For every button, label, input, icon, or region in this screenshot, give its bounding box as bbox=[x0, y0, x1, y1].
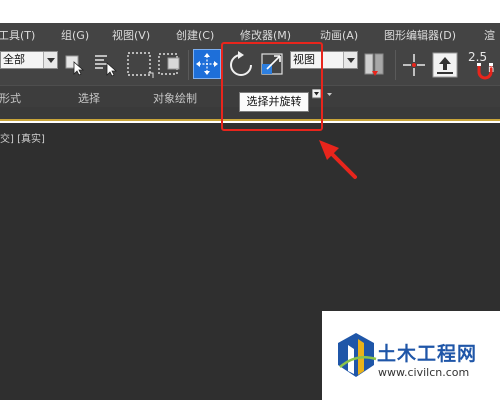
list-cursor-icon[interactable] bbox=[93, 52, 117, 78]
menu-views[interactable]: 视图(V) bbox=[112, 27, 150, 43]
selection-filter-value: 全部 bbox=[3, 53, 25, 66]
chevron-down-icon bbox=[43, 52, 57, 68]
annotation-arrow-icon bbox=[319, 140, 357, 179]
toolbar-separator bbox=[395, 50, 396, 80]
watermark-title: 土木工程网 bbox=[377, 343, 478, 365]
ribbon-tab-selection[interactable]: 选择 bbox=[78, 90, 100, 106]
move-arrows-icon bbox=[196, 53, 218, 75]
highlight-box bbox=[221, 42, 323, 131]
selection-filter-dropdown[interactable]: 全部 bbox=[0, 51, 58, 69]
menu-modifiers[interactable]: 修改器(M) bbox=[240, 27, 291, 43]
cursor-arrow-icon[interactable] bbox=[64, 52, 84, 76]
crosshair-icon[interactable] bbox=[401, 52, 427, 78]
viewport-label[interactable]: 交] [真实] bbox=[0, 130, 45, 145]
ribbon-tab-object-paint[interactable]: 对象绘制 bbox=[153, 90, 197, 106]
move-tool-button[interactable] bbox=[193, 49, 221, 79]
top-white-strip bbox=[0, 0, 500, 23]
dashed-rect-icon[interactable] bbox=[126, 51, 154, 79]
window-crossing-icon[interactable] bbox=[157, 51, 183, 79]
menu-animation[interactable]: 动画(A) bbox=[320, 27, 358, 43]
chevron-down-icon bbox=[343, 52, 357, 68]
menu-group[interactable]: 组(G) bbox=[61, 27, 89, 43]
pivot-icon[interactable] bbox=[362, 52, 388, 80]
toolbar-separator bbox=[188, 50, 189, 80]
menu-rendering[interactable]: 渲 bbox=[484, 27, 495, 43]
menu-tools[interactable]: 工具(T) bbox=[0, 27, 35, 43]
menu-create[interactable]: 创建(C) bbox=[176, 27, 214, 43]
align-icon[interactable] bbox=[431, 51, 459, 79]
watermark: 土木工程网 www.civilcn.com bbox=[322, 311, 500, 400]
watermark-url: www.civilcn.com bbox=[378, 366, 470, 379]
ribbon-tab-modeling[interactable]: 形式 bbox=[0, 90, 21, 106]
snap-magnet-icon[interactable] bbox=[476, 62, 498, 80]
civil-logo-icon bbox=[338, 333, 377, 377]
snap-suffix: n bbox=[488, 64, 495, 75]
menu-graph-editors[interactable]: 图形编辑器(D) bbox=[384, 27, 456, 43]
